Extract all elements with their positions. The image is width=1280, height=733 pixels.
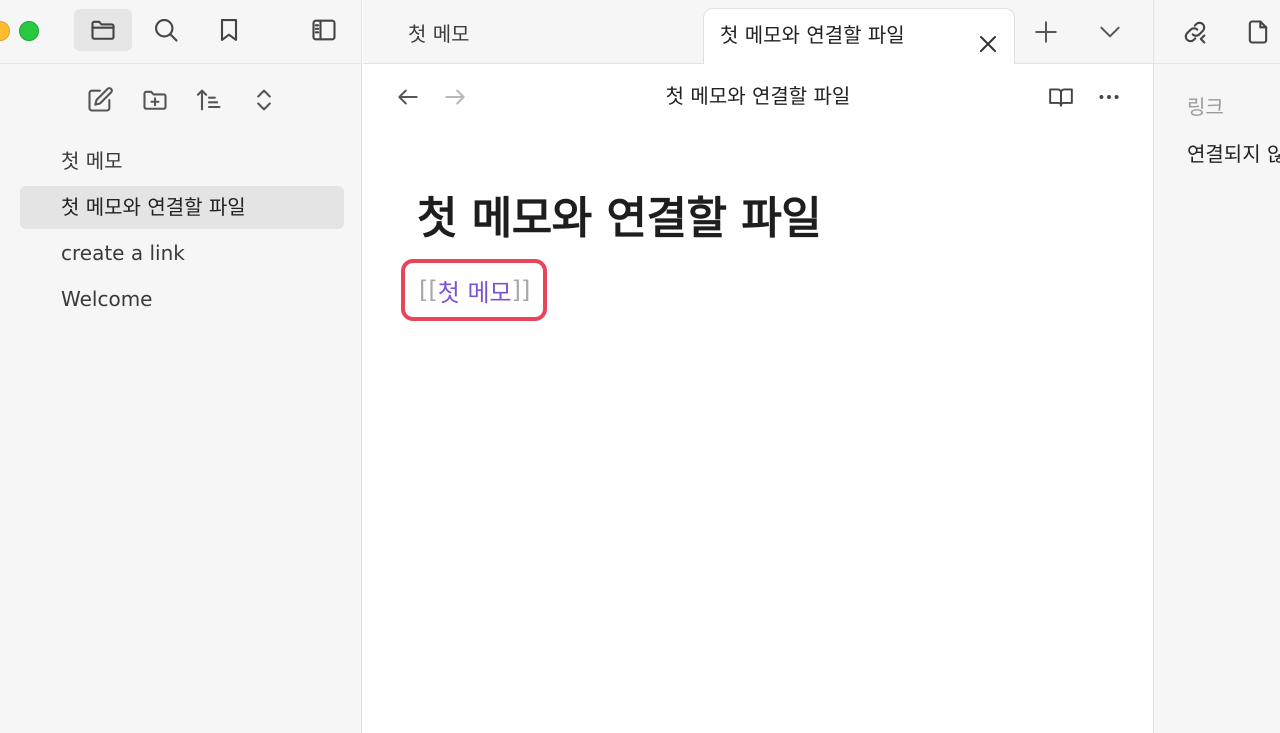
wikilink-close-bracket: ]]: [511, 276, 531, 304]
tab-close-button[interactable]: [976, 23, 1000, 52]
right-sidebar: 링크 연결되지 않: [1153, 0, 1280, 733]
sort-button[interactable]: [187, 78, 231, 122]
sort-icon: [196, 89, 221, 111]
right-sidebar-header: [1154, 0, 1280, 64]
tab-first-memo[interactable]: 첫 메모: [408, 8, 470, 64]
left-sidebar: 첫 메모 첫 메모와 연결할 파일 create a link Welcome: [0, 0, 362, 733]
more-options-button[interactable]: [1092, 80, 1126, 114]
backlinks-button[interactable]: [1177, 14, 1213, 50]
wikilink-open-bracket: [[: [419, 276, 438, 304]
sidebar-toggle-icon: [312, 19, 336, 41]
tab-label: 첫 메모와 연결할 파일: [720, 23, 905, 47]
search-button[interactable]: [137, 9, 195, 51]
reading-view-button[interactable]: [1044, 80, 1078, 114]
tab-bar: 첫 메모 첫 메모와 연결할 파일: [363, 0, 1153, 64]
plus-icon: [1035, 21, 1057, 43]
window-minimize-button[interactable]: [0, 21, 10, 41]
bookmark-icon: [220, 19, 238, 41]
toggle-sidebar-button[interactable]: [295, 9, 353, 51]
sidebar-header: [0, 0, 362, 64]
collapse-icon: [257, 89, 271, 111]
arrow-right-icon: [445, 89, 465, 105]
new-folder-icon: [143, 90, 167, 110]
chevron-down-icon: [1100, 26, 1120, 38]
links-section-label: 링크: [1187, 95, 1224, 119]
editor-pane: 첫 메모와 연결할 파일 첫 메모와 연결할 파일 [[ 첫 메모 ]]: [363, 64, 1153, 733]
search-icon: [155, 19, 178, 42]
note-title: 첫 메모와 연결할 파일: [417, 193, 822, 244]
folder-icon: [91, 20, 115, 40]
new-tab-button[interactable]: [1028, 14, 1064, 50]
tab-list-button[interactable]: [1092, 14, 1128, 50]
backlinks-icon: [1184, 21, 1206, 44]
collapse-all-button[interactable]: [242, 78, 286, 122]
new-note-button[interactable]: [78, 78, 122, 122]
file-explorer-button[interactable]: [74, 9, 132, 51]
file-item-welcome[interactable]: Welcome: [20, 278, 344, 321]
file-icon: [1248, 20, 1268, 44]
outgoing-links-button[interactable]: [1240, 14, 1276, 50]
close-icon: [980, 36, 996, 52]
reading-view-icon: [1049, 88, 1073, 107]
window-maximize-button[interactable]: [19, 21, 39, 41]
navigate-back-button[interactable]: [391, 80, 425, 114]
file-item-linked-note[interactable]: 첫 메모와 연결할 파일: [20, 186, 344, 229]
more-options-icon: [1099, 95, 1119, 99]
tab-linked-note[interactable]: 첫 메모와 연결할 파일: [703, 8, 1015, 64]
file-explorer-actions: [0, 78, 362, 122]
file-item-create-a-link[interactable]: create a link: [20, 232, 344, 275]
view-title: 첫 메모와 연결할 파일: [665, 84, 851, 108]
bookmarks-button[interactable]: [200, 9, 258, 51]
navigate-forward-button[interactable]: [438, 80, 472, 114]
arrow-left-icon: [398, 89, 418, 105]
file-list: 첫 메모 첫 메모와 연결할 파일 create a link Welcome: [20, 140, 344, 324]
new-note-icon: [88, 87, 113, 112]
file-item-first-memo[interactable]: 첫 메모: [20, 140, 344, 183]
app-window: 첫 메모 첫 메모와 연결할 파일 create a link Welcome …: [0, 0, 1280, 733]
new-folder-button[interactable]: [133, 78, 177, 122]
highlighted-wikilink[interactable]: [[ 첫 메모 ]]: [401, 259, 547, 321]
unlinked-mentions-label[interactable]: 연결되지 않: [1187, 138, 1280, 167]
view-header: 첫 메모와 연결할 파일: [363, 64, 1153, 128]
wikilink-target[interactable]: 첫 메모: [438, 273, 512, 308]
